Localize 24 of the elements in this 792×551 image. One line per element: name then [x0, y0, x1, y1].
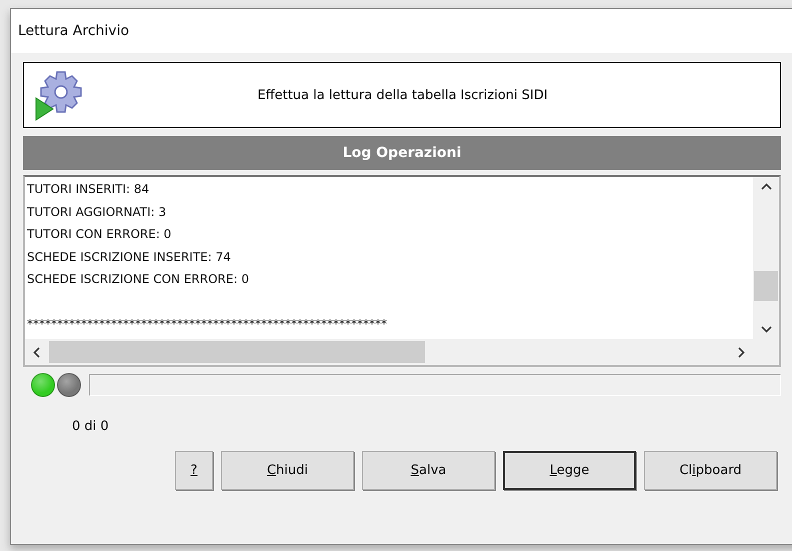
header-text: Effettua la lettura della tabella Iscrizioni SIDI — [256, 88, 549, 102]
scroll-down-icon[interactable] — [760, 325, 772, 333]
log-line: SCHEDE ISCRIZIONE INSERITE: 74 — [27, 248, 232, 266]
log-title-bar: Log Operazioni — [23, 136, 781, 170]
log-line: TUTORI INSERITI: 84 — [27, 181, 150, 198]
window-title: Lettura Archivio — [18, 23, 130, 39]
log-separator-line: ************************************************************ — [27, 316, 388, 333]
dialog-button[interactable]: ? — [175, 451, 213, 490]
scroll-up-icon[interactable] — [760, 183, 772, 191]
log-line: TUTORI AGGIORNATI: 3 — [27, 204, 168, 220]
dialog-button[interactable]: Chiudi — [221, 451, 354, 490]
scroll-thumb[interactable] — [754, 271, 778, 301]
dialog-button[interactable]: Salva — [362, 451, 495, 490]
vertical-scrollbar[interactable] — [753, 177, 779, 339]
progress-counter: 0 di 0 — [72, 419, 110, 434]
log-text-area[interactable]: TUTORI INSERITI: 84 TUTORI AGGIORNATI: 3 TUTORI CON ERRORE: 0 SCHEDE ISCRIZIONE INSERITE: 74 SCHEDE ISCRIZIONE CON ERRORE: 0 ************************************************************ — [23, 175, 781, 367]
log-line: TUTORI CON ERRORE: 0 — [27, 226, 172, 243]
scroll-right-icon[interactable] — [737, 346, 745, 358]
scroll-left-icon[interactable] — [33, 346, 41, 358]
dialog-button[interactable]: Legge — [503, 451, 636, 490]
dialog-button[interactable]: Clipboard — [644, 451, 777, 490]
horizontal-scrollbar[interactable] — [25, 339, 779, 365]
log-line: SCHEDE ISCRIZIONE CON ERRORE: 0 — [27, 271, 250, 288]
scroll-thumb[interactable] — [49, 341, 425, 363]
